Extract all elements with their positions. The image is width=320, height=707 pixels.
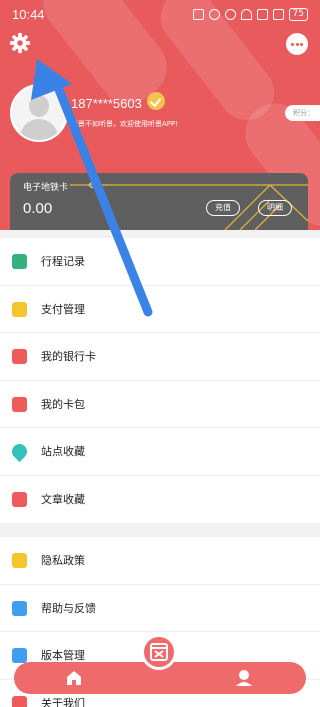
profile-page: 10:44 75 187****5603 看景不如听景，欢迎使用听景APP! 积…: [0, 0, 320, 707]
nav-profile[interactable]: [214, 662, 274, 694]
menu-item-trip-record[interactable]: 行程记录: [0, 238, 320, 286]
signal-icon: [256, 9, 268, 20]
alarm-icon: [224, 9, 236, 20]
status-icons: 75: [192, 8, 308, 21]
metro-ticket-icon: [150, 643, 168, 661]
about-icon: [12, 695, 27, 707]
menu-item-label: 行程记录: [41, 255, 85, 268]
trip-record-icon: [12, 254, 27, 269]
menu-item-label: 我的卡包: [41, 397, 85, 411]
detail-button[interactable]: 明细: [258, 200, 292, 216]
signal-icon: [272, 9, 284, 20]
help-icon: [12, 600, 27, 616]
profile-header: 10:44 75 187****5603 看景不如听景，欢迎使用听景APP! 积…: [0, 0, 320, 230]
verified-badge-icon: [147, 92, 165, 110]
battery-icon: 75: [288, 8, 308, 21]
settings-gear-icon[interactable]: [9, 32, 31, 54]
menu-item-label: 文章收藏: [41, 492, 85, 506]
recharge-button[interactable]: 充值: [206, 200, 240, 216]
status-time: 10:44: [12, 7, 45, 22]
menu-group-1: 行程记录 支付管理 我的银行卡 我的卡包 站点收藏 文章收藏: [0, 238, 320, 523]
eye-icon[interactable]: [89, 182, 97, 188]
version-icon: [12, 648, 27, 663]
payment-icon: [12, 301, 27, 317]
nav-home[interactable]: [44, 662, 104, 694]
metro-card[interactable]: 电子地铁卡 0.00 充值 明细: [10, 173, 308, 230]
star-icon: [12, 491, 27, 507]
chat-dot: [300, 42, 303, 46]
user-phone: 187****5603: [71, 96, 142, 111]
menu-item-label: 支付管理: [41, 302, 85, 316]
menu-item-label: 版本管理: [41, 649, 85, 662]
wifi-icon: [240, 9, 252, 20]
menu-item-label: 隐私政策: [41, 554, 85, 567]
status-bar: 10:44 75: [0, 0, 320, 30]
menu-item-station-favorites[interactable]: 站点收藏: [0, 428, 320, 476]
message-chat-icon[interactable]: [286, 33, 308, 55]
card-balance: 0.00: [23, 200, 53, 217]
points-badge[interactable]: 积分：: [285, 105, 320, 121]
menu-item-label: 站点收藏: [41, 445, 85, 458]
nav-scan-center-button[interactable]: [141, 634, 177, 670]
chat-dot: [295, 42, 299, 46]
card-wallet-icon: [12, 396, 27, 412]
menu-item-bank-card[interactable]: 我的银行卡: [0, 333, 320, 381]
menu-item-article-favorites[interactable]: 文章收藏: [0, 476, 320, 524]
menu-item-privacy[interactable]: 隐私政策: [0, 537, 320, 585]
bank-card-icon: [12, 349, 27, 364]
menu-item-payment[interactable]: 支付管理: [0, 286, 320, 333]
home-icon: [67, 671, 81, 685]
menu-item-card-wallet[interactable]: 我的卡包: [0, 381, 320, 428]
avatar[interactable]: [10, 84, 68, 142]
mute-icon: [208, 9, 220, 20]
location-pin-icon: [8, 440, 31, 463]
metro-card-title: 电子地铁卡: [23, 183, 69, 193]
chat-dot: [291, 42, 294, 46]
privacy-icon: [12, 553, 27, 568]
user-profile-icon: [236, 670, 252, 686]
nfc-icon: [192, 9, 204, 20]
menu-item-help[interactable]: 帮助与反馈: [0, 585, 320, 632]
avatar-body: [20, 119, 58, 140]
avatar-head: [29, 95, 49, 117]
menu-item-label: 关于我们: [41, 696, 85, 707]
menu-item-label: 我的银行卡: [41, 350, 96, 363]
menu-item-label: 帮助与反馈: [41, 601, 96, 615]
welcome-slogan: 看景不如听景，欢迎使用听景APP!: [71, 120, 179, 128]
